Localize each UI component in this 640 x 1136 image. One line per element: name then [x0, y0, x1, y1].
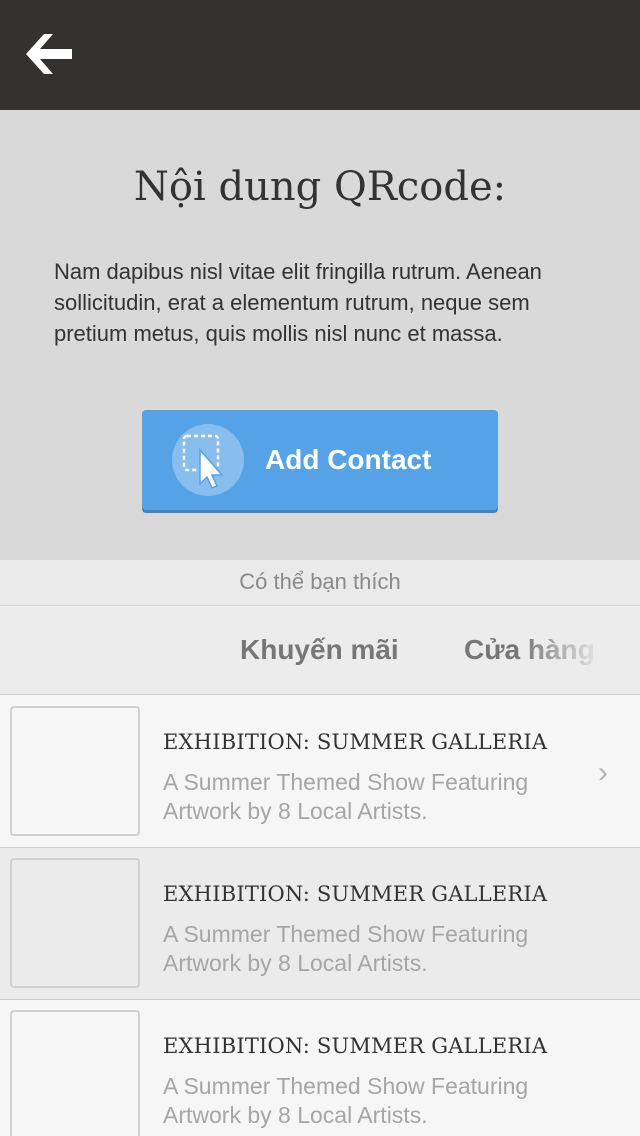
- list-item[interactable]: EXHIBITION: SUMMER GALLERIA A Summer The…: [0, 696, 640, 848]
- back-button[interactable]: [18, 26, 82, 82]
- item-title: EXHIBITION: SUMMER GALLERIA: [163, 882, 548, 906]
- chevron-right-icon: ›: [598, 756, 608, 789]
- tab-khuyen-mai[interactable]: Khuyến mãi: [240, 634, 399, 666]
- arrow-left-icon: [26, 34, 72, 74]
- exhibition-list: EXHIBITION: SUMMER GALLERIA A Summer The…: [0, 696, 640, 1136]
- item-description: A Summer Themed Show Featuring Artwork b…: [163, 769, 529, 824]
- select-pointer-icon: [182, 434, 224, 489]
- list-item[interactable]: EXHIBITION: SUMMER GALLERIA A Summer The…: [0, 848, 640, 1000]
- item-description: A Summer Themed Show Featuring Artwork b…: [163, 921, 529, 976]
- item-description: A Summer Themed Show Featuring Artwork b…: [163, 1073, 529, 1128]
- item-thumbnail: [10, 1010, 140, 1136]
- item-thumbnail: [10, 706, 140, 836]
- suggest-label: Có thể bạn thích: [239, 569, 401, 594]
- add-contact-label: Add Contact: [265, 444, 432, 475]
- category-tabs: Khuyến mãi Cửa hàng: [0, 607, 640, 695]
- item-title: EXHIBITION: SUMMER GALLERIA: [163, 1034, 548, 1058]
- qr-content-panel: Nội dung QRcode: Nam dapibus nisl vitae …: [0, 110, 640, 560]
- qr-body-text: Nam dapibus nisl vitae elit fringilla ru…: [54, 259, 542, 346]
- add-contact-button[interactable]: Add Contact: [142, 410, 498, 510]
- qr-title: Nội dung QRcode:: [133, 164, 507, 210]
- suggest-header: Có thể bạn thích: [0, 560, 640, 606]
- item-title: EXHIBITION: SUMMER GALLERIA: [163, 730, 548, 754]
- tabs-fade-overlay: [520, 607, 640, 694]
- item-thumbnail: [10, 858, 140, 988]
- top-bar: [0, 0, 640, 110]
- list-item[interactable]: EXHIBITION: SUMMER GALLERIA A Summer The…: [0, 1000, 640, 1136]
